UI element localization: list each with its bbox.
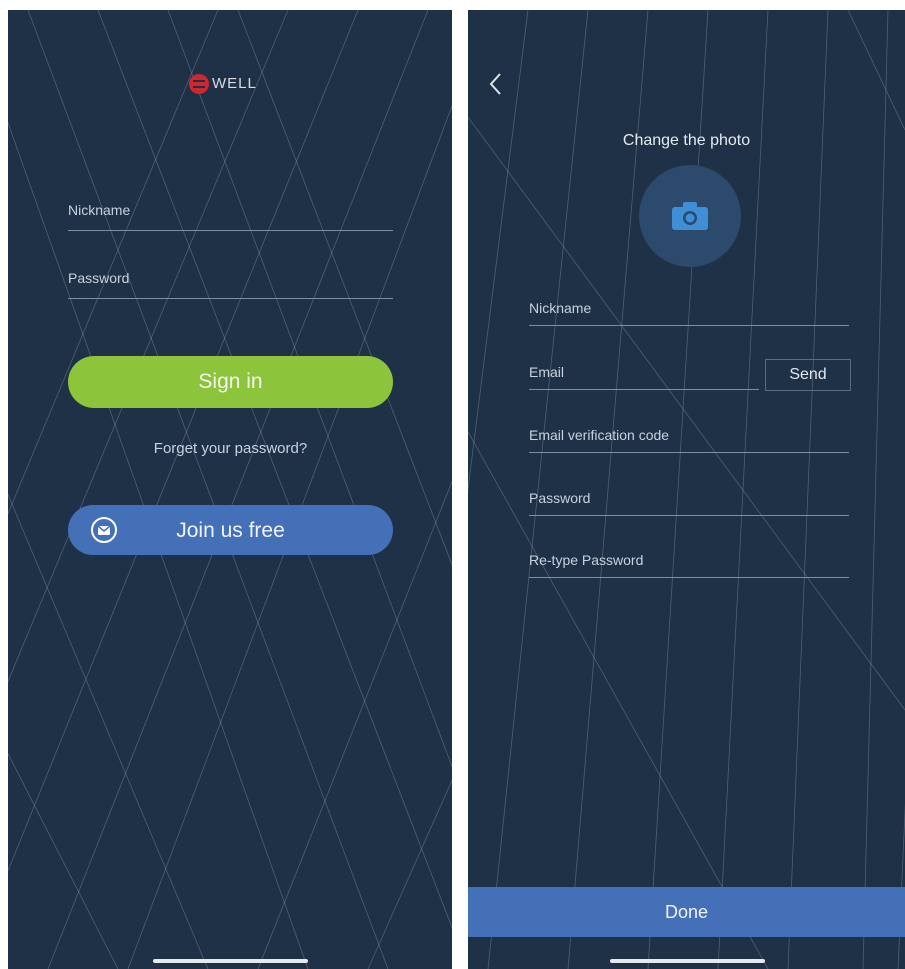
email-placeholder: Email: [529, 364, 565, 380]
verification-code-underline: [529, 452, 849, 453]
password-underline: [68, 298, 393, 299]
logo: WELL: [188, 72, 278, 96]
home-indicator: [610, 959, 765, 963]
send-code-button[interactable]: Send: [765, 359, 851, 391]
logo-mark-icon: [189, 74, 209, 94]
password-field[interactable]: Password: [529, 490, 849, 530]
background-pattern: [8, 10, 452, 969]
sign-in-button[interactable]: Sign in: [68, 356, 393, 408]
home-indicator: [153, 959, 308, 963]
photo-picker[interactable]: [639, 165, 741, 267]
password-placeholder: Password: [68, 270, 130, 286]
nickname-placeholder: Nickname: [68, 202, 131, 218]
chevron-left-icon[interactable]: [488, 72, 504, 96]
forgot-password-link[interactable]: Forget your password?: [68, 440, 393, 457]
verification-code-field[interactable]: Email verification code: [529, 427, 849, 467]
email-underline: [529, 389, 759, 390]
camera-icon: [672, 202, 708, 230]
join-us-free-button[interactable]: Join us free: [68, 505, 393, 555]
password-placeholder: Password: [529, 490, 591, 506]
nickname-placeholder: Nickname: [529, 300, 592, 316]
nickname-underline: [68, 230, 393, 231]
verification-code-placeholder: Email verification code: [529, 427, 670, 443]
join-us-free-label: Join us free: [176, 519, 285, 542]
password-field[interactable]: Password: [68, 268, 393, 312]
retype-password-underline: [529, 577, 849, 578]
password-underline: [529, 515, 849, 516]
sign-in-label: Sign in: [198, 370, 263, 393]
send-label: Send: [789, 366, 827, 383]
retype-password-field[interactable]: Re-type Password: [529, 552, 849, 592]
email-field[interactable]: Email: [529, 364, 759, 404]
done-label: Done: [664, 901, 709, 922]
nickname-field[interactable]: Nickname: [529, 300, 849, 340]
nickname-field[interactable]: Nickname: [68, 200, 393, 244]
retype-password-placeholder: Re-type Password: [529, 552, 644, 568]
nickname-underline: [529, 325, 849, 326]
logo-text: WELL: [212, 75, 257, 92]
done-button[interactable]: Done: [468, 887, 905, 937]
change-photo-label: Change the photo: [622, 132, 751, 149]
register-screen: Change the photo Nickname Email Send Ema…: [468, 10, 905, 969]
login-screen: WELL Nickname Password Sign in Forget yo…: [8, 10, 452, 969]
